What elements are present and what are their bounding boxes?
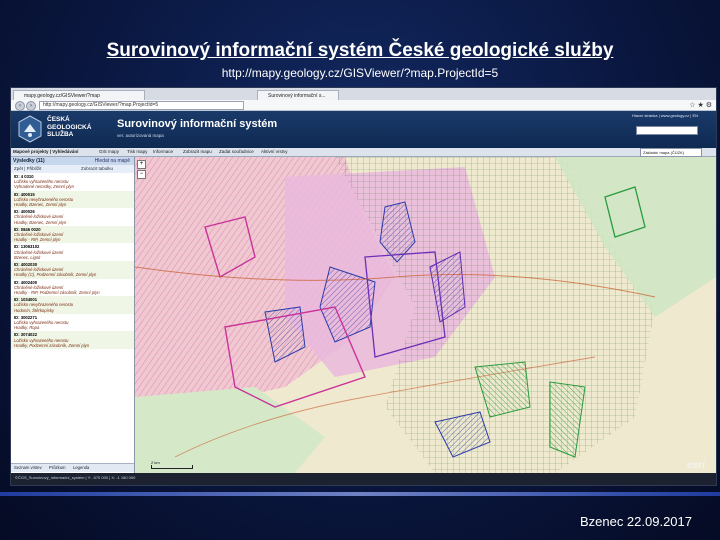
esri-logo: esri xyxy=(687,460,705,471)
zoom-out-icon[interactable]: − xyxy=(137,170,146,179)
logo-line: GEOLOGICKÁ xyxy=(47,123,92,131)
cgs-logo-icon xyxy=(18,115,42,143)
toolbar-item[interactable]: GIS mapy xyxy=(99,148,119,156)
forward-icon[interactable]: › xyxy=(26,101,36,111)
status-bar: ©ČGS_Surovinový_informační_systém | Y: -… xyxy=(11,473,716,485)
address-bar: ‹ › http://mapy.geology.cz/GISViewer/?ma… xyxy=(11,100,716,111)
feature-detail: Hodonín, Štěrkopísky xyxy=(14,307,55,313)
slide-url: http://mapy.geology.cz/GISViewer/?map.Pr… xyxy=(221,66,499,80)
panel-tab-back[interactable]: Zpět | Přiblížit xyxy=(14,165,41,173)
app-title: Surovinový informační systém xyxy=(117,118,278,130)
panel-heading: Výsledky (11) Hledat na mapě xyxy=(11,157,134,165)
status-text: ©ČGS_Surovinový_informační_systém | Y: -… xyxy=(15,475,136,480)
feature-item[interactable]: ID: 4002400 Chráněné ložiskové území Hradk… xyxy=(11,279,134,297)
feature-item[interactable]: ID: 4002030 Chráněné ložiskové území Hradk… xyxy=(11,261,134,279)
tab-layers[interactable]: Seznam vrstev xyxy=(14,464,42,472)
toolbar-item[interactable]: Zadat souřadnice xyxy=(219,148,254,156)
scale-bar: 2 km xyxy=(151,460,193,469)
feature-detail: Hradky, Ropa xyxy=(14,325,40,331)
feature-item[interactable]: ID: 1034001 Ložisko nevyhrazeného nerostu… xyxy=(11,296,134,314)
feature-detail: Hradky - RIP, Podzemní zásobník, Zemní p… xyxy=(14,290,100,296)
app-header: ČESKÁ GEOLOGICKÁ SLUŽBA Surovinový infor… xyxy=(11,111,716,148)
feature-detail: Hradky (C), Podzemní zásobník, Zemní ply… xyxy=(14,272,97,278)
toolbar-item[interactable]: Informace xyxy=(153,148,173,156)
feature-list: ID: 4 0310 Ložisko vyhrazeného nerostu Vyh… xyxy=(11,173,134,350)
app-subtitle: ver. autorizovaná mapa xyxy=(117,133,164,138)
back-icon[interactable]: ‹ xyxy=(15,101,25,111)
results-panel: Výsledky (11) Hledat na mapě Zpět | Přib… xyxy=(11,157,135,485)
app-toolbar: Mapové projekty | Vyhledávání GIS mapy T… xyxy=(11,148,716,157)
header-links[interactable]: Hlavní stránka | www.geology.cz | EN xyxy=(632,113,698,118)
feature-detail: Bzenec, Lignit xyxy=(14,254,41,260)
feature-detail: Hradky - RIP, Zemní plyn xyxy=(14,237,61,243)
browser-screenshot: mapy.geology.cz/GISViewer/?map Surovinov… xyxy=(10,87,717,486)
slide-footer: Bzenec 22.09.2017 xyxy=(579,514,692,529)
panel-search-link[interactable]: Hledat na mapě xyxy=(95,157,130,165)
feature-item[interactable]: ID: 3074022 Ložisko vyhrazeného nerostu Hr… xyxy=(11,331,134,350)
feature-item[interactable]: ID: 400026 Chráněné ložiskové území Hradky… xyxy=(11,208,134,226)
feature-detail: Hradky, Bzenec, Zemní plyn xyxy=(14,202,67,208)
toolbar-item[interactable]: Mapové projekty | Vyhledávání xyxy=(13,148,78,156)
feature-item[interactable]: ID: 4 0310 Ložisko vyhrazeného nerostu Vyh… xyxy=(11,173,134,191)
search-input[interactable] xyxy=(636,126,698,135)
toolbar-item[interactable]: Zobrazit mapu xyxy=(183,148,212,156)
slide-title: Surovinový informační systém České geolo… xyxy=(106,40,614,61)
feature-item[interactable]: ID: 0846 0020 Chráněné ložiskové území Hra… xyxy=(11,225,134,244)
feature-detail: Vyhradené nerostky, Zemní plyn xyxy=(14,184,74,190)
feature-detail: Hradky, Podzemní zásobník, Zemní plyn xyxy=(14,342,90,348)
browser-controls[interactable]: ☆ ★ ⚙ xyxy=(689,101,712,109)
url-input[interactable]: http://mapy.geology.cz/GISViewer/?map.Pr… xyxy=(39,101,244,110)
logo-line: SLUŽBA xyxy=(47,131,74,138)
tab-survey[interactable]: Průzkum xyxy=(49,464,66,472)
logo-line: ČESKÁ xyxy=(47,116,70,123)
panel-title: Výsledky (11) xyxy=(13,158,45,164)
toolbar-item[interactable]: Aktivní vrstvy xyxy=(261,148,288,156)
tab-bar: mapy.geology.cz/GISViewer/?map Surovinov… xyxy=(11,88,716,101)
basemap-select[interactable]: Základní mapa (ČÚZK) xyxy=(640,148,702,157)
zoom-controls: + − xyxy=(137,160,146,180)
feature-item[interactable]: ID: 3002271 Ložisko vyhrazeného nerostu Hr… xyxy=(11,314,134,332)
decorative-stripe xyxy=(0,492,720,496)
panel-footer-tabs: Seznam vrstev Průzkum Legenda xyxy=(11,463,134,472)
scale-line xyxy=(151,465,193,469)
map-canvas[interactable] xyxy=(135,157,716,473)
feature-item[interactable]: ID: 13063102 Chráněné ložiskové území Bzen… xyxy=(11,243,134,261)
feature-detail: Hradky, Bzenec, Zemní plyn xyxy=(14,219,67,225)
zoom-in-icon[interactable]: + xyxy=(137,160,146,169)
tab-legend[interactable]: Legenda xyxy=(73,464,89,472)
toolbar-item[interactable]: Tisk mapy xyxy=(127,148,147,156)
logo-text: ČESKÁ GEOLOGICKÁ SLUŽBA xyxy=(47,116,91,139)
feature-item[interactable]: ID: 400015 Ložisko nevyhrazeného nerostu H… xyxy=(11,190,134,209)
panel-tab-table[interactable]: Zobrazit tabulku xyxy=(81,165,113,173)
panel-tabs: Zpět | Přiblížit Zobrazit tabulku xyxy=(11,165,134,173)
